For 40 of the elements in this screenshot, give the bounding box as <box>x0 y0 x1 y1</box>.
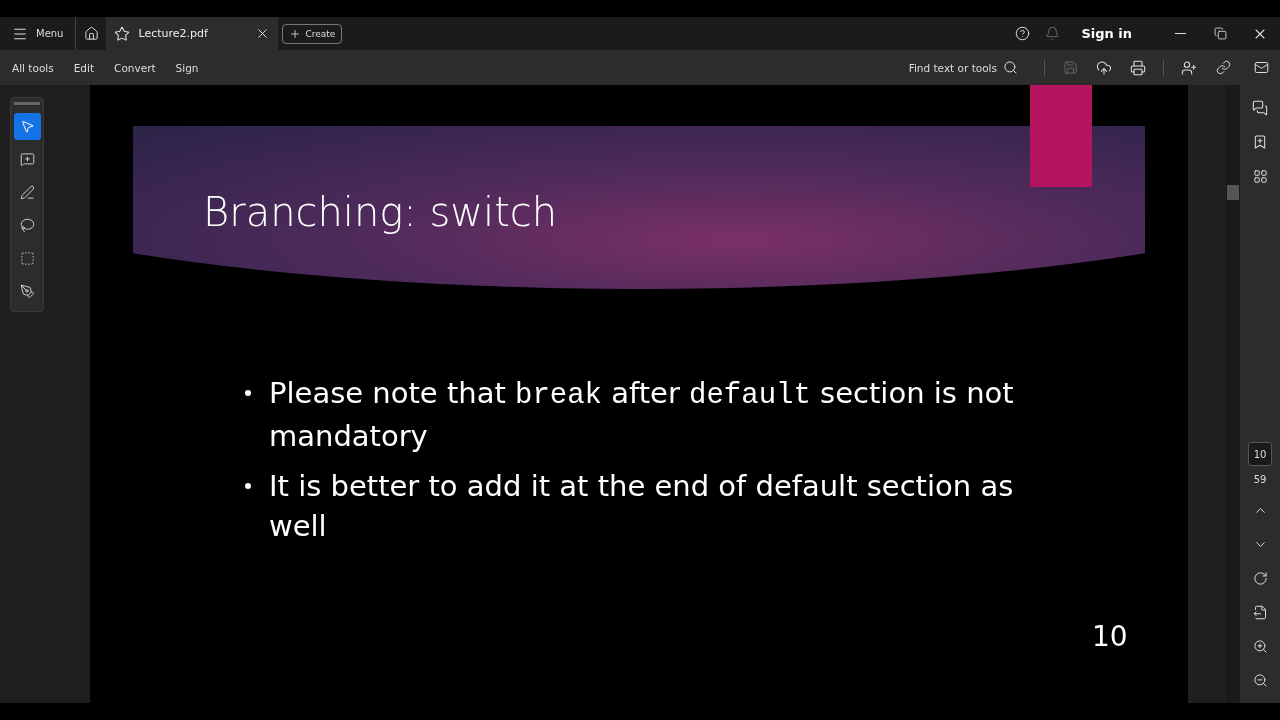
create-button[interactable]: Create <box>282 23 343 44</box>
search-icon <box>1003 60 1018 75</box>
cloud-upload-icon <box>1096 59 1112 76</box>
bell-icon <box>1044 26 1060 41</box>
sign-in-button[interactable]: Sign in <box>1075 25 1138 42</box>
restore-icon <box>1213 27 1227 40</box>
help-icon <box>1014 26 1030 41</box>
toolbar-item[interactable]: All tools <box>12 61 62 74</box>
document-icon <box>1252 604 1268 620</box>
home-icon <box>83 26 99 41</box>
tool-button[interactable] <box>13 113 41 140</box>
plus-icon <box>289 27 302 40</box>
toolbar-item[interactable]: Edit <box>73 61 103 74</box>
star-icon <box>114 25 131 42</box>
bullet-text: It is better to add it at the end of default section as well <box>235 466 1055 546</box>
envelope-icon <box>1253 60 1269 75</box>
grid-icon <box>1252 168 1268 184</box>
add-person-icon <box>1181 59 1197 76</box>
toolbar-item[interactable]: Convert <box>114 61 164 74</box>
page-total: 59 <box>1253 474 1267 485</box>
zoom-in-icon <box>1252 638 1268 654</box>
link-icon <box>1215 60 1231 75</box>
slide-title: Branching: switch <box>203 188 558 237</box>
printer-icon <box>1130 59 1146 76</box>
bullet-text: Please note that break after default section is not mandatory <box>235 373 1055 456</box>
minimize-icon <box>1174 32 1186 35</box>
comment-icon <box>19 152 35 167</box>
toolbar-item[interactable]: Sign <box>175 61 207 74</box>
pen-icon <box>19 185 35 200</box>
page-number-field[interactable]: 10 <box>1248 442 1272 466</box>
slide-page-number: 10 <box>1092 619 1128 655</box>
lasso-icon <box>19 218 35 233</box>
scrollbar[interactable] <box>1226 85 1240 703</box>
search-button[interactable]: Find text or tools <box>902 59 1024 76</box>
speech-bubbles-icon <box>1252 100 1268 116</box>
rotate-icon <box>1252 570 1268 586</box>
bookmark-icon <box>1252 134 1268 150</box>
document-tab[interactable]: Lecture2.pdf <box>106 17 279 50</box>
pointer-icon <box>19 119 35 134</box>
zoom-out-icon <box>1252 672 1268 688</box>
